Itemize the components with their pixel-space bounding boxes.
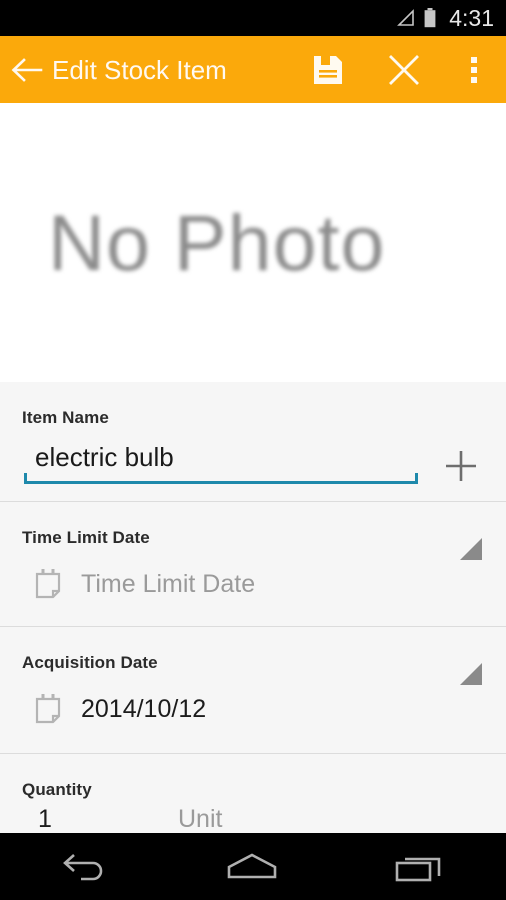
photo-placeholder-area[interactable]: No Photo — [0, 103, 506, 382]
overflow-menu-button[interactable] — [442, 36, 506, 103]
app-bar: Edit Stock Item — [0, 36, 506, 103]
item-name-label: Item Name — [22, 408, 109, 427]
overflow-menu-icon — [471, 56, 477, 83]
save-button[interactable] — [290, 36, 366, 103]
no-photo-label: No Photo — [48, 198, 386, 287]
close-x-icon — [389, 54, 419, 85]
time-limit-date-label: Time Limit Date — [22, 528, 150, 547]
field-section-item-name: Item Name electric bulb — [0, 382, 506, 502]
quantity-unit-input[interactable]: Unit — [178, 807, 222, 832]
quantity-input[interactable]: 1 — [38, 807, 52, 832]
time-limit-date-placeholder: Time Limit Date — [81, 569, 256, 598]
cancel-button[interactable] — [366, 36, 442, 103]
nav-back-button[interactable] — [0, 833, 168, 900]
phone-screen: 4:31 Edit Stock Item No Photo Item Name … — [0, 0, 506, 900]
nav-home-icon — [227, 853, 277, 878]
item-name-input[interactable]: electric bulb — [24, 440, 418, 484]
calendar-icon — [35, 569, 61, 599]
item-name-underline — [24, 473, 418, 484]
nav-recents-icon — [395, 857, 441, 881]
spinner-triangle-icon[interactable] — [458, 661, 484, 687]
battery-full-icon — [424, 8, 436, 28]
back-arrow-icon — [11, 57, 43, 82]
app-bar-actions — [290, 36, 506, 103]
signal-triangle-icon — [397, 9, 415, 26]
system-navigation-bar — [0, 833, 506, 900]
plus-icon — [446, 451, 476, 481]
spinner-triangle-icon[interactable] — [458, 536, 484, 562]
page-title: Edit Stock Item — [52, 54, 227, 85]
nav-home-button[interactable] — [168, 833, 336, 900]
acquisition-date-label: Acquisition Date — [22, 653, 158, 672]
stock-item-form: Item Name electric bulb Time Limit Date — [0, 382, 506, 840]
item-name-value: electric bulb — [35, 442, 174, 472]
status-bar: 4:31 — [0, 0, 506, 36]
field-section-quantity: Quantity 1 Unit — [0, 754, 506, 840]
status-bar-clock: 4:31 — [449, 4, 494, 31]
status-bar-icons: 4:31 — [394, 4, 494, 31]
floppy-save-icon — [314, 55, 342, 84]
nav-back-icon — [63, 853, 103, 880]
nav-recents-button[interactable] — [336, 833, 504, 900]
field-section-acquisition-date[interactable]: Acquisition Date 2014/10/12 — [0, 627, 506, 754]
back-button[interactable] — [4, 36, 50, 103]
quantity-label: Quantity — [22, 780, 92, 799]
time-limit-date-row[interactable]: Time Limit Date — [0, 558, 506, 610]
field-section-time-limit-date[interactable]: Time Limit Date Time Limit Date — [0, 502, 506, 627]
acquisition-date-value: 2014/10/12 — [81, 694, 207, 723]
acquisition-date-row[interactable]: 2014/10/12 — [0, 683, 506, 735]
calendar-icon — [35, 694, 61, 724]
add-item-name-button[interactable] — [437, 442, 485, 490]
